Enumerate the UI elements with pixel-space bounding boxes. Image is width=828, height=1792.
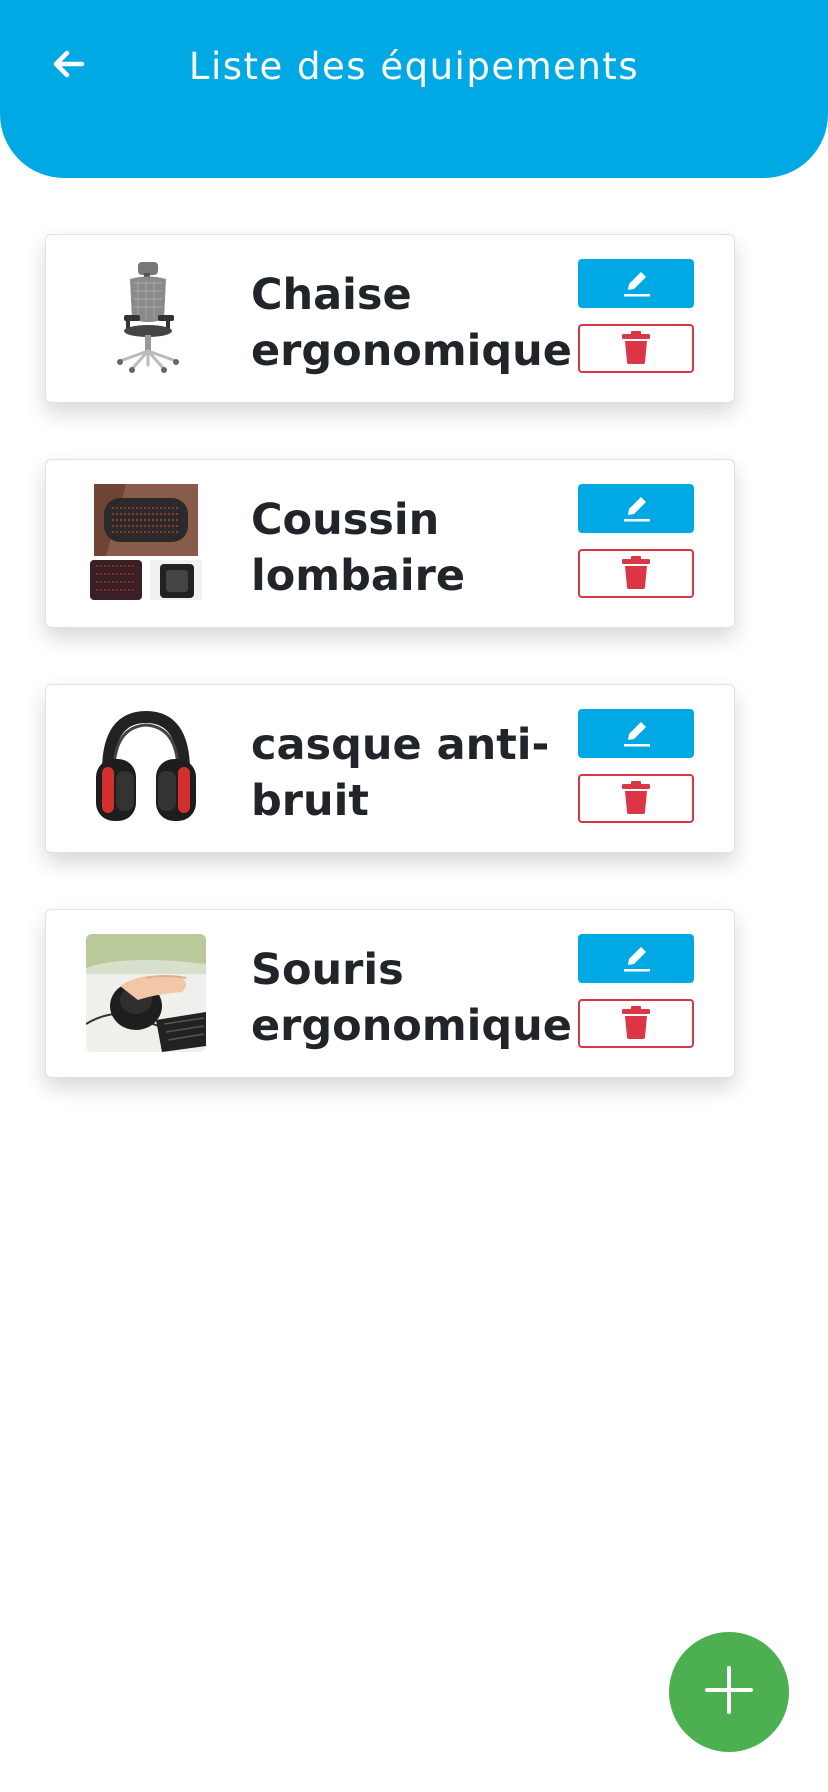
- equipment-card: Souris ergonomique: [45, 909, 735, 1078]
- trash-icon: [620, 1004, 652, 1044]
- trash-icon: [620, 554, 652, 594]
- edit-button[interactable]: [578, 259, 694, 308]
- delete-button[interactable]: [578, 999, 694, 1048]
- delete-button[interactable]: [578, 324, 694, 373]
- equipment-card: Coussin lombaire: [45, 459, 735, 628]
- pencil-icon: [618, 939, 654, 979]
- pencil-icon: [618, 489, 654, 529]
- edit-button[interactable]: [578, 709, 694, 758]
- trash-icon: [620, 329, 652, 369]
- equipment-name: Coussin lombaire: [251, 495, 465, 601]
- page-title: Liste des équipements: [188, 45, 640, 88]
- pencil-icon: [618, 714, 654, 754]
- pencil-icon: [618, 264, 654, 304]
- vertical-mouse-image: [86, 934, 206, 1052]
- equipment-name: casque anti-bruit: [251, 720, 550, 826]
- office-chair-image: [86, 259, 206, 377]
- app-header: Liste des équipements: [0, 0, 828, 178]
- trash-icon: [620, 779, 652, 819]
- add-equipment-button[interactable]: [669, 1632, 789, 1752]
- earmuffs-image: [86, 709, 206, 827]
- lumbar-cushion-image: [86, 484, 206, 602]
- edit-button[interactable]: [578, 934, 694, 983]
- equipment-card: Chaise ergonomique: [45, 234, 735, 403]
- plus-icon: [702, 1663, 756, 1721]
- edit-button[interactable]: [578, 484, 694, 533]
- equipment-name: Souris ergonomique: [251, 945, 572, 1051]
- delete-button[interactable]: [578, 549, 694, 598]
- equipment-card: casque anti-bruit: [45, 684, 735, 853]
- delete-button[interactable]: [578, 774, 694, 823]
- equipment-name: Chaise ergonomique: [251, 270, 572, 376]
